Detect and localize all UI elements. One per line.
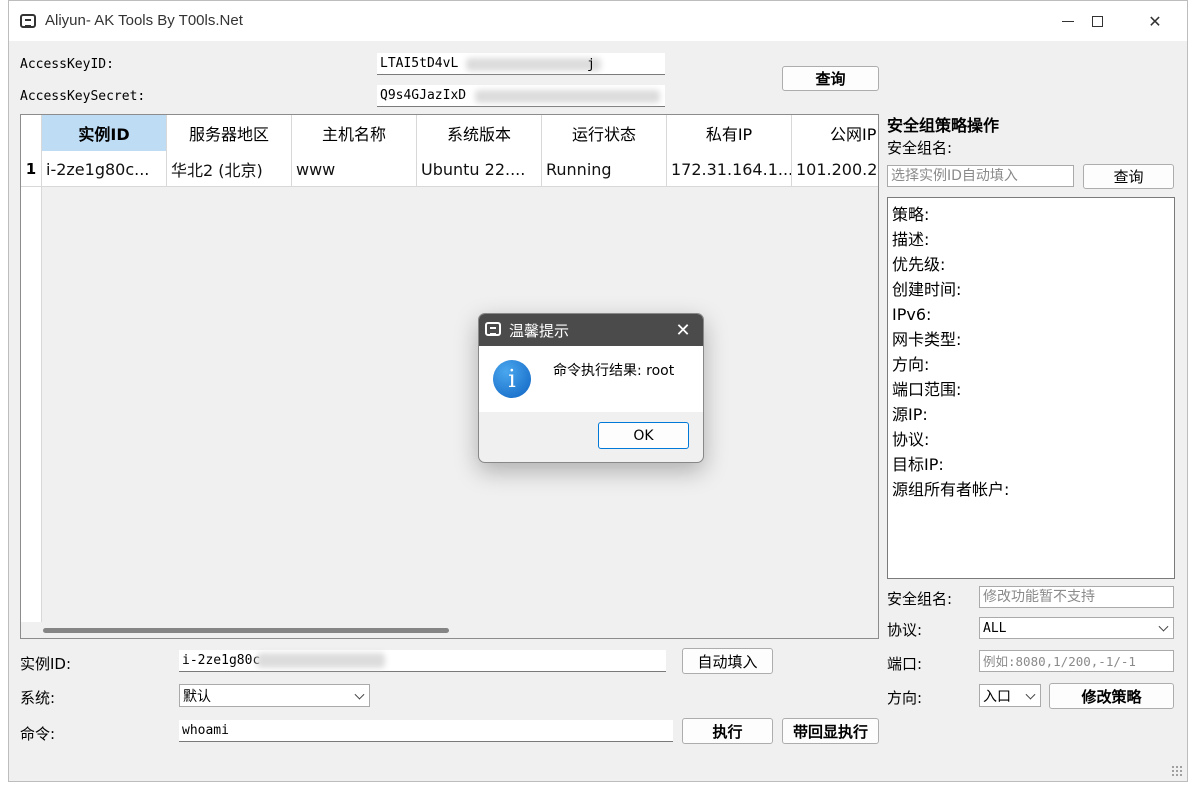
- command-value: whoami: [182, 723, 229, 738]
- column-header-private-ip[interactable]: 私有IP: [667, 115, 792, 151]
- detail-source-ip: 源IP:: [892, 405, 928, 424]
- dialog-close-button[interactable]: ✕: [663, 314, 703, 346]
- message-dialog: 温馨提示 ✕ i 命令执行结果: root OK: [478, 313, 704, 463]
- maximize-button[interactable]: [1068, 1, 1126, 41]
- row-header-strip: [21, 187, 42, 624]
- execute-with-echo-button[interactable]: 带回显执行: [782, 718, 879, 744]
- detail-description: 描述:: [892, 230, 930, 249]
- close-icon: ✕: [1148, 11, 1162, 31]
- detail-protocol: 协议:: [892, 430, 930, 449]
- detail-source-group-owner: 源组所有者帐户:: [892, 480, 1010, 499]
- command-label: 命令:: [20, 725, 56, 743]
- protocol-value: ALL: [983, 620, 1007, 636]
- table-corner: [21, 115, 42, 151]
- edit-group-name-input[interactable]: 修改功能暂不支持: [979, 586, 1174, 608]
- modify-policy-button[interactable]: 修改策略: [1049, 683, 1174, 709]
- credentials-query-button[interactable]: 查询: [782, 66, 879, 91]
- system-label: 系统:: [20, 689, 56, 707]
- detail-created-time: 创建时间:: [892, 280, 962, 299]
- system-value: 默认: [183, 688, 211, 705]
- access-key-id-suffix: j: [587, 57, 595, 72]
- direction-select[interactable]: 入口: [979, 684, 1041, 707]
- column-header-os-version[interactable]: 系统版本: [417, 115, 542, 151]
- close-icon: ✕: [675, 319, 691, 341]
- instance-table[interactable]: 实例ID 服务器地区 主机名称 系统版本 运行状态 私有IP 公网IP 1 i-…: [20, 114, 879, 639]
- security-group-name-placeholder: 选择实例ID自动填入: [891, 168, 1018, 184]
- redacted-access-key-id: [466, 58, 601, 71]
- column-header-region[interactable]: 服务器地区: [167, 115, 292, 151]
- security-group-name-label: 安全组名:: [887, 139, 953, 157]
- maximize-icon: [1091, 15, 1103, 27]
- protocol-select[interactable]: ALL: [979, 617, 1174, 639]
- chevron-down-icon: [1158, 621, 1169, 632]
- edit-group-name-placeholder: 修改功能暂不支持: [983, 589, 1095, 605]
- cell-status[interactable]: Running: [542, 151, 667, 187]
- cell-hostname[interactable]: www: [292, 151, 417, 187]
- horizontal-scrollbar[interactable]: [21, 622, 878, 638]
- system-select[interactable]: 默认: [179, 684, 370, 707]
- dialog-message: 命令执行结果: root: [553, 363, 675, 379]
- autofill-button[interactable]: 自动填入: [682, 648, 773, 674]
- direction-value: 入口: [983, 688, 1011, 705]
- protocol-label: 协议:: [887, 621, 923, 639]
- security-group-query-button[interactable]: 查询: [1083, 164, 1174, 189]
- execute-button[interactable]: 执行: [682, 718, 773, 744]
- edit-group-name-label: 安全组名:: [887, 590, 953, 608]
- detail-ipv6: IPv6:: [892, 305, 932, 324]
- security-group-heading: 安全组策略操作: [887, 116, 1000, 135]
- access-key-secret-value: Q9s4GJazIxD: [380, 88, 467, 103]
- cell-instance-id[interactable]: i-2ze1g80c...: [42, 151, 167, 187]
- window-title: Aliyun- AK Tools By T00ls.Net: [45, 12, 243, 29]
- command-input[interactable]: whoami: [179, 720, 673, 742]
- access-key-id-label: AccessKeyID:: [20, 57, 114, 72]
- cell-region[interactable]: 华北2 (北京): [167, 151, 292, 187]
- column-header-hostname[interactable]: 主机名称: [292, 115, 417, 151]
- table-header: 实例ID 服务器地区 主机名称 系统版本 运行状态 私有IP 公网IP: [21, 115, 878, 151]
- instance-id-input[interactable]: i-2ze1g80c: [179, 650, 666, 672]
- dialog-title: 温馨提示: [509, 322, 570, 340]
- port-input[interactable]: 例如:8080,1/200,-1/-1: [979, 650, 1174, 672]
- security-group-name-input[interactable]: 选择实例ID自动填入: [887, 165, 1074, 187]
- table-row[interactable]: 1 i-2ze1g80c... 华北2 (北京) www Ubuntu 22..…: [21, 151, 878, 187]
- redacted-access-key-secret: [475, 90, 660, 103]
- chevron-down-icon: [1025, 689, 1036, 700]
- instance-id-label: 实例ID:: [20, 655, 72, 673]
- row-number: 1: [21, 151, 42, 187]
- cell-public-ip[interactable]: 101.200.23: [792, 151, 878, 187]
- resize-grip-icon[interactable]: [1171, 765, 1183, 777]
- detail-priority: 优先级:: [892, 255, 946, 274]
- redacted-instance-id: [257, 653, 385, 668]
- app-logo-icon: [20, 14, 36, 28]
- port-label: 端口:: [887, 655, 923, 673]
- access-key-id-value: LTAI5tD4vL: [380, 56, 459, 71]
- cell-os-version[interactable]: Ubuntu 22....: [417, 151, 542, 187]
- cell-private-ip[interactable]: 172.31.164.1...: [667, 151, 792, 187]
- direction-label: 方向:: [887, 689, 923, 707]
- detail-nic-type: 网卡类型:: [892, 330, 962, 349]
- title-bar: Aliyun- AK Tools By T00ls.Net ✕: [9, 1, 1187, 41]
- access-key-secret-label: AccessKeySecret:: [20, 89, 146, 104]
- detail-policy: 策略:: [892, 205, 930, 224]
- dialog-body: i 命令执行结果: root: [479, 346, 703, 412]
- info-glyph: i: [508, 365, 516, 393]
- detail-dest-ip: 目标IP:: [892, 455, 944, 474]
- detail-port-range: 端口范围:: [892, 380, 962, 399]
- security-group-details[interactable]: 策略: 描述: 优先级: 创建时间: IPv6: 网卡类型: 方向: 端口范围:…: [887, 197, 1175, 579]
- instance-id-value: i-2ze1g80c: [182, 653, 261, 668]
- column-header-instance-id[interactable]: 实例ID: [42, 115, 167, 151]
- ok-button[interactable]: OK: [598, 422, 689, 449]
- dialog-title-bar: 温馨提示 ✕: [479, 314, 703, 346]
- info-icon: i: [493, 360, 531, 398]
- close-button[interactable]: ✕: [1126, 1, 1184, 41]
- column-header-status[interactable]: 运行状态: [542, 115, 667, 151]
- app-logo-icon: [485, 322, 501, 336]
- scrollbar-thumb[interactable]: [43, 628, 449, 633]
- column-header-public-ip[interactable]: 公网IP: [792, 115, 878, 151]
- chevron-down-icon: [354, 689, 365, 700]
- detail-direction: 方向:: [892, 355, 930, 374]
- port-placeholder: 例如:8080,1/200,-1/-1: [983, 654, 1136, 669]
